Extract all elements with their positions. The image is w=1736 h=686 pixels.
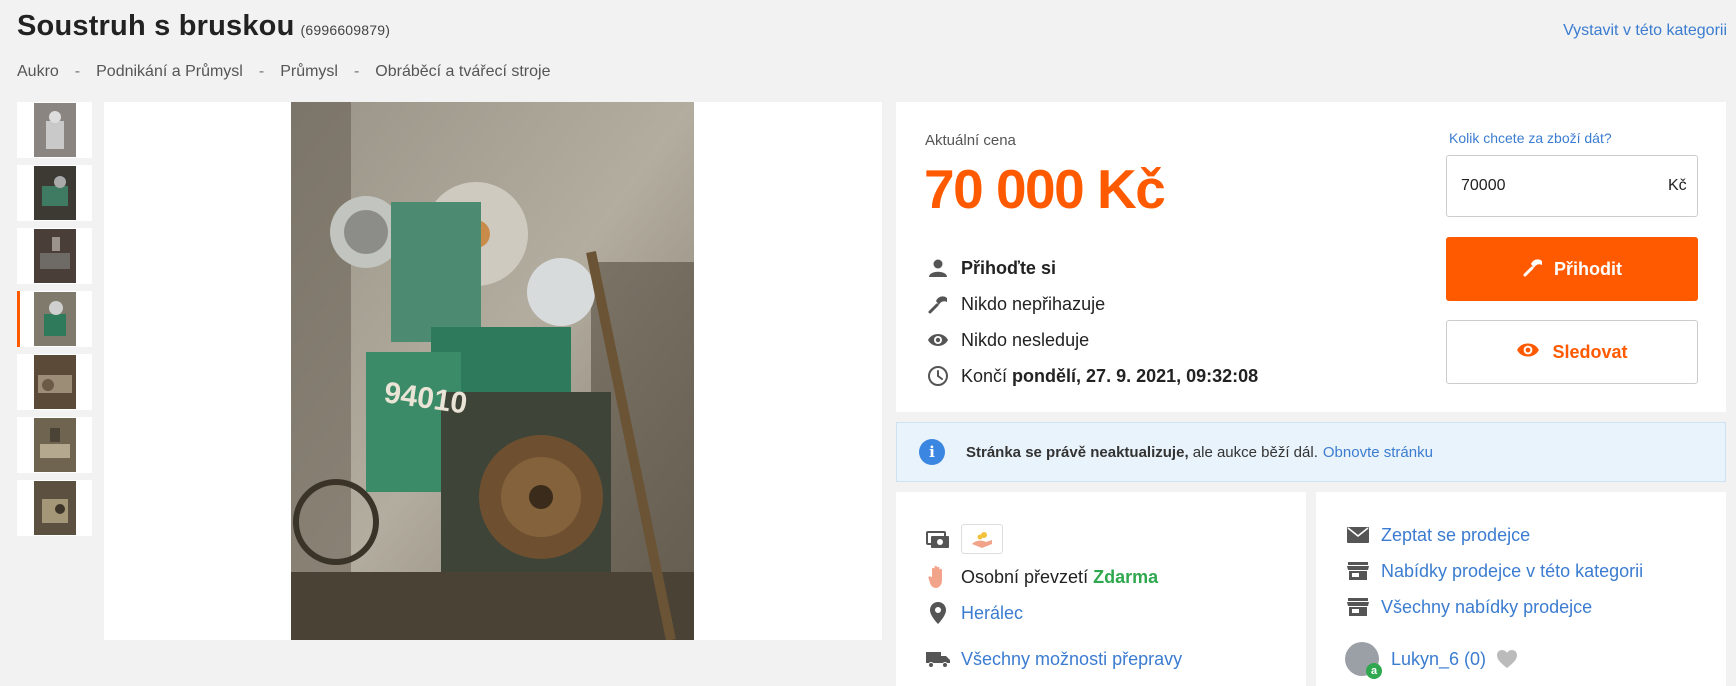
thumbnail-image: [33, 355, 76, 409]
notice-text: ale aukce běží dál.: [1192, 443, 1318, 461]
all-shipping-options-link[interactable]: Všechny možnosti přepravy: [961, 649, 1182, 670]
eye-icon: [1516, 341, 1540, 364]
sell-in-category-link[interactable]: Vystavit v této kategorii: [1563, 22, 1727, 40]
thumbnail-image: [33, 481, 76, 535]
main-product-photo: 94010: [291, 102, 694, 640]
pickup-label: Osobní převzetí: [961, 566, 1089, 587]
item-location[interactable]: Herálec: [925, 600, 1023, 626]
truck-icon: [925, 646, 951, 672]
gavel-icon: [1522, 256, 1544, 283]
bid-prompt-text: Přihoďte si: [961, 257, 1056, 278]
breadcrumb-item-industry[interactable]: Průmysl: [280, 63, 338, 81]
location-link[interactable]: Herálec: [961, 603, 1023, 624]
info-icon: i: [919, 439, 945, 465]
notice-bold-text: Stránka se právě neaktualizuje,: [966, 443, 1189, 461]
seller-offers-all-link[interactable]: Všechny nabídky prodejce: [1381, 597, 1592, 618]
thumbnail-2[interactable]: [17, 165, 92, 221]
payment-icon: [925, 526, 951, 552]
auction-info-list: Přihoďte si Nikdo nepřihazuje Nikdo nesl…: [925, 250, 1258, 394]
heart-icon[interactable]: [1496, 649, 1518, 669]
price-label: Aktuální cena: [925, 132, 1016, 149]
store-icon: [1345, 594, 1371, 620]
page-title: Soustruh s bruskou (6996609879): [17, 10, 390, 43]
breadcrumb-item-aukro[interactable]: Aukro: [17, 63, 59, 81]
personal-pickup: Osobní převzetí Zdarma: [925, 564, 1158, 590]
thumbnail-image: [33, 418, 76, 472]
watchers-text: Nikdo nesleduje: [961, 329, 1090, 350]
bid-button-label: Přihodit: [1554, 258, 1622, 279]
eye-icon: [925, 327, 951, 353]
info-bid-prompt: Přihoďte si: [925, 250, 1258, 286]
gavel-icon: [925, 291, 951, 317]
thumbnail-5[interactable]: [17, 354, 92, 410]
update-notice: i Stránka se právě neaktualizuje, ale au…: [896, 422, 1726, 482]
current-price: 70 000 Kč: [924, 158, 1166, 220]
bid-amount-input[interactable]: [1461, 177, 1668, 195]
thumbnail-image: [33, 229, 76, 283]
cash-on-pickup-icon: [961, 524, 1003, 554]
seller-profile[interactable]: Lukyn_6 (0): [1345, 642, 1518, 679]
seller-offers-all[interactable]: Všechny nabídky prodejce: [1345, 594, 1592, 620]
breadcrumb-separator: -: [74, 63, 81, 80]
thumbnail-1[interactable]: [17, 102, 92, 158]
bid-button[interactable]: Přihodit: [1446, 237, 1698, 301]
mail-icon: [1345, 522, 1371, 548]
clock-icon: [925, 363, 951, 389]
seller-offers-category-link[interactable]: Nabídky prodejce v této kategorii: [1381, 561, 1643, 582]
ends-prefix: Končí: [961, 365, 1008, 386]
item-id: (6996609879): [300, 22, 391, 38]
price-panel: Aktuální cena 70 000 Kč Přihoďte si Nikd…: [896, 102, 1726, 412]
bid-amount-field[interactable]: Kč: [1446, 155, 1698, 217]
thumbnail-image: [33, 166, 76, 220]
breadcrumb-item-machines[interactable]: Obráběcí a tvářecí stroje: [375, 63, 550, 81]
seller-panel: Zeptat se prodejce Nabídky prodejce v té…: [1316, 492, 1726, 686]
main-photo-panel[interactable]: 94010: [104, 102, 882, 640]
breadcrumb-item-business[interactable]: Podnikání a Průmysl: [96, 63, 243, 81]
breadcrumb-separator: -: [258, 63, 265, 80]
ask-seller[interactable]: Zeptat se prodejce: [1345, 522, 1530, 548]
thumbnail-3[interactable]: [17, 228, 92, 284]
info-watchers: Nikdo nesleduje: [925, 322, 1258, 358]
thumbnail-6[interactable]: [17, 417, 92, 473]
thumbnail-list: [17, 102, 92, 543]
location-pin-icon: [925, 600, 951, 626]
thumbnail-image: [33, 103, 76, 157]
shipping-options[interactable]: Všechny možnosti přepravy: [925, 646, 1182, 672]
thumbnail-7[interactable]: [17, 480, 92, 536]
person-icon: [925, 255, 951, 281]
info-end-time: Končí pondělí, 27. 9. 2021, 09:32:08: [925, 358, 1258, 394]
store-icon: [1345, 558, 1371, 584]
item-title: Soustruh s bruskou: [17, 10, 295, 42]
breadcrumb: Aukro - Podnikání a Průmysl - Průmysl - …: [17, 63, 550, 81]
thumbnail-image: [33, 292, 76, 346]
bid-question-link[interactable]: Kolik chcete za zboží dát?: [1449, 130, 1612, 146]
bidders-text: Nikdo nepřihazuje: [961, 293, 1106, 314]
delivery-panel: Osobní převzetí Zdarma Herálec Všechny m…: [896, 492, 1306, 686]
seller-offers-category[interactable]: Nabídky prodejce v této kategorii: [1345, 558, 1643, 584]
hand-icon: [925, 564, 951, 590]
payment-methods: [925, 524, 1003, 554]
pickup-price: Zdarma: [1093, 566, 1159, 587]
seller-avatar[interactable]: [1345, 642, 1382, 679]
info-bidders: Nikdo nepřihazuje: [925, 286, 1258, 322]
refresh-page-link[interactable]: Obnovte stránku: [1323, 444, 1433, 461]
ends-value: pondělí, 27. 9. 2021, 09:32:08: [1012, 365, 1259, 386]
watch-button[interactable]: Sledovat: [1446, 320, 1698, 384]
watch-button-label: Sledovat: [1552, 341, 1628, 362]
ask-seller-link[interactable]: Zeptat se prodejce: [1381, 525, 1530, 546]
thumbnail-4[interactable]: [17, 291, 92, 347]
currency-label: Kč: [1668, 177, 1687, 194]
seller-name-link[interactable]: Lukyn_6 (0): [1391, 649, 1486, 670]
breadcrumb-separator: -: [353, 63, 360, 80]
